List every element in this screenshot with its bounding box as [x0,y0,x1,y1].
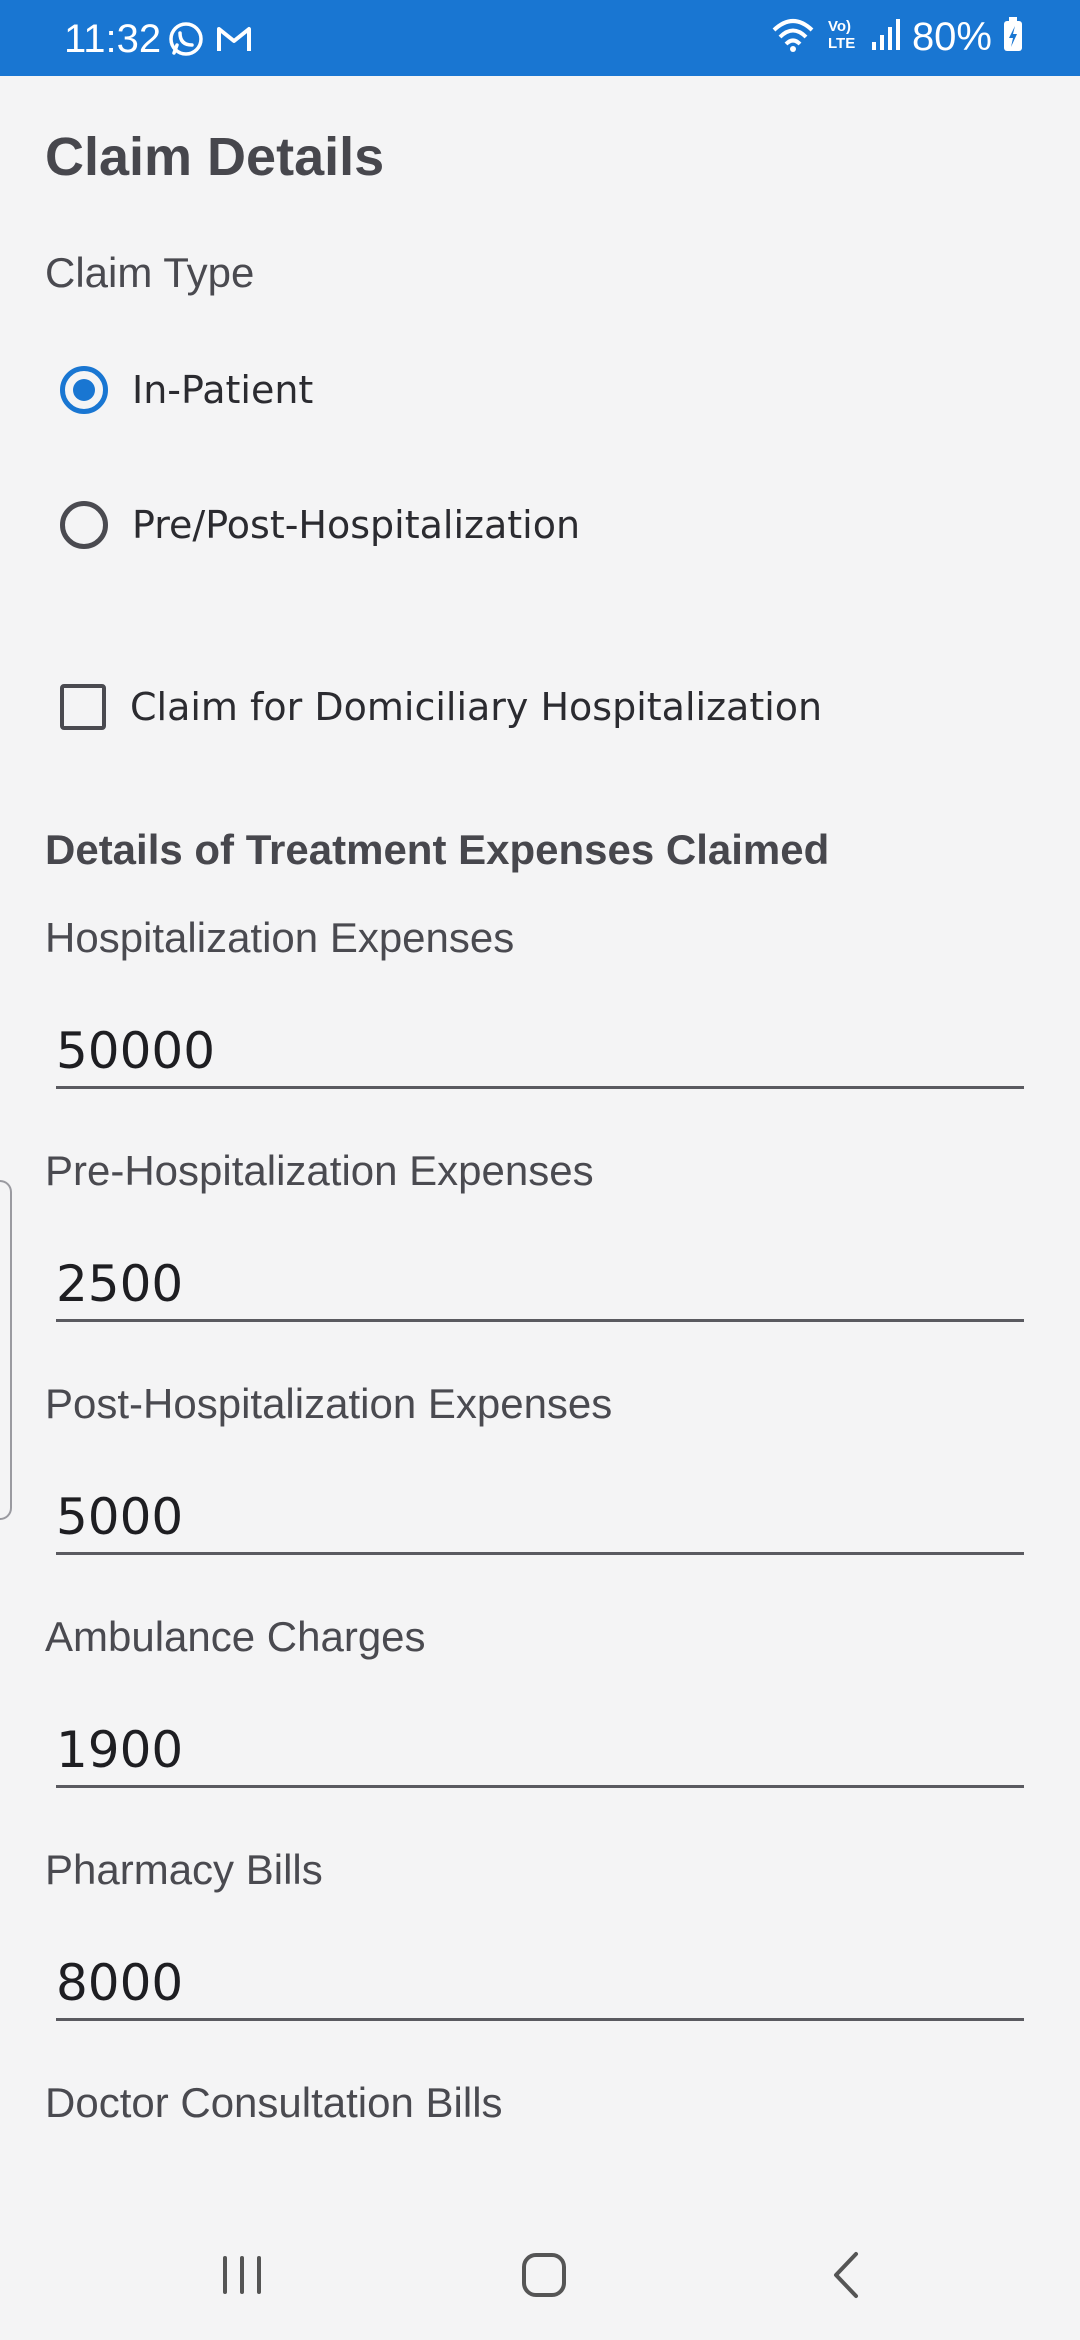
signal-icon [870,14,902,59]
checkbox-unchecked-icon[interactable] [60,684,106,730]
field-label-post-hospitalization: Post-Hospitalization Expenses [45,1380,613,1427]
recents-icon [217,2250,267,2305]
back-button[interactable] [802,2232,892,2322]
claim-type-label: Claim Type [45,249,255,296]
navigation-bar [0,2210,1080,2340]
checkbox-domiciliary-label: Claim for Domiciliary Hospitalization [130,685,823,729]
radio-pre-post-hospitalization[interactable]: Pre/Post-Hospitalization [60,501,580,549]
pre-hospitalization-expenses-input[interactable] [56,1249,1024,1322]
back-icon [822,2250,872,2305]
hospitalization-expenses-input[interactable] [56,1016,1024,1089]
field-label-pre-hospitalization: Pre-Hospitalization Expenses [45,1147,594,1194]
status-bar: 11:32 Vo) LTE 80% [0,0,1080,76]
volte-icon: Vo) LTE [826,14,860,59]
expenses-heading: Details of Treatment Expenses Claimed [45,826,830,873]
post-hospitalization-expenses-input[interactable] [56,1482,1024,1555]
radio-pre-post-label: Pre/Post-Hospitalization [132,503,581,547]
svg-text:Vo): Vo) [828,18,851,35]
home-icon [519,2250,569,2305]
recents-button[interactable] [197,2232,287,2322]
edge-panel-handle[interactable] [0,1180,12,1520]
ambulance-charges-input[interactable] [56,1715,1024,1788]
field-label-pharmacy: Pharmacy Bills [45,1846,323,1893]
svg-text:LTE: LTE [828,35,855,52]
field-label-hospitalization: Hospitalization Expenses [45,914,515,961]
wifi-icon [770,14,816,59]
checkbox-domiciliary[interactable]: Claim for Domiciliary Hospitalization [60,684,822,730]
battery-icon [1002,14,1024,59]
radio-unselected-icon[interactable] [60,501,108,549]
status-time: 11:32 [64,17,162,61]
field-label-doctor-consultation: Doctor Consultation Bills [45,2079,503,2126]
gmail-icon [214,19,254,64]
radio-selected-icon[interactable] [60,366,108,414]
whatsapp-icon [166,19,206,64]
field-label-ambulance: Ambulance Charges [45,1613,426,1660]
radio-in-patient-label: In-Patient [132,368,314,412]
radio-in-patient[interactable]: In-Patient [60,366,313,414]
battery-level: 80% [911,14,992,59]
home-button[interactable] [499,2232,589,2322]
page-title: Claim Details [45,127,385,187]
pharmacy-bills-input[interactable] [56,1948,1024,2021]
